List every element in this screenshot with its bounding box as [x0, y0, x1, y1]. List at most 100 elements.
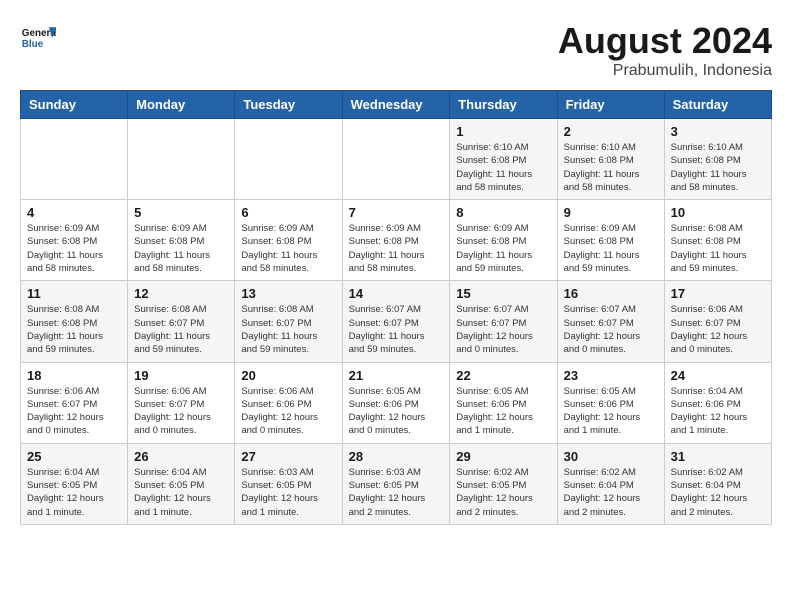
day-number: 11: [27, 286, 121, 301]
day-info: Sunrise: 6:04 AM Sunset: 6:05 PM Dayligh…: [134, 466, 228, 519]
calendar-cell: 12 Sunrise: 6:08 AM Sunset: 6:07 PM Dayli…: [128, 281, 235, 362]
weekday-header-row: SundayMondayTuesdayWednesdayThursdayFrid…: [21, 91, 772, 119]
day-info: Sunrise: 6:09 AM Sunset: 6:08 PM Dayligh…: [564, 222, 658, 275]
day-info: Sunrise: 6:02 AM Sunset: 6:04 PM Dayligh…: [564, 466, 658, 519]
day-number: 14: [349, 286, 444, 301]
day-info: Sunrise: 6:09 AM Sunset: 6:08 PM Dayligh…: [241, 222, 335, 275]
day-number: 3: [671, 124, 765, 139]
day-number: 12: [134, 286, 228, 301]
calendar-cell: 8 Sunrise: 6:09 AM Sunset: 6:08 PM Daylig…: [450, 200, 557, 281]
day-info: Sunrise: 6:06 AM Sunset: 6:07 PM Dayligh…: [134, 385, 228, 438]
calendar-cell: 13 Sunrise: 6:08 AM Sunset: 6:07 PM Dayli…: [235, 281, 342, 362]
day-info: Sunrise: 6:08 AM Sunset: 6:07 PM Dayligh…: [134, 303, 228, 356]
day-number: 28: [349, 449, 444, 464]
calendar-cell: 6 Sunrise: 6:09 AM Sunset: 6:08 PM Daylig…: [235, 200, 342, 281]
logo: General Blue: [20, 20, 56, 56]
calendar-cell: 5 Sunrise: 6:09 AM Sunset: 6:08 PM Daylig…: [128, 200, 235, 281]
day-number: 29: [456, 449, 550, 464]
page-header: General Blue August 2024 Prabumulih, Ind…: [20, 20, 772, 80]
month-title: August 2024: [558, 20, 772, 62]
day-number: 24: [671, 368, 765, 383]
calendar-cell: 7Sunrise: 6:09 AM Sunset: 6:08 PM Daylig…: [342, 200, 450, 281]
day-info: Sunrise: 6:05 AM Sunset: 6:06 PM Dayligh…: [456, 385, 550, 438]
day-info: Sunrise: 6:07 AM Sunset: 6:07 PM Dayligh…: [349, 303, 444, 356]
day-number: 15: [456, 286, 550, 301]
day-info: Sunrise: 6:09 AM Sunset: 6:08 PM Dayligh…: [456, 222, 550, 275]
day-number: 17: [671, 286, 765, 301]
day-number: 5: [134, 205, 228, 220]
day-number: 10: [671, 205, 765, 220]
calendar-cell: 9Sunrise: 6:09 AM Sunset: 6:08 PM Daylig…: [557, 200, 664, 281]
day-number: 19: [134, 368, 228, 383]
calendar-cell: 10Sunrise: 6:08 AM Sunset: 6:08 PM Dayli…: [664, 200, 771, 281]
weekday-header-thursday: Thursday: [450, 91, 557, 119]
weekday-header-monday: Monday: [128, 91, 235, 119]
calendar-cell: 1 Sunrise: 6:10 AM Sunset: 6:08 PM Daylig…: [450, 119, 557, 200]
day-number: 8: [456, 205, 550, 220]
calendar-cell: [128, 119, 235, 200]
calendar-cell: 27Sunrise: 6:03 AM Sunset: 6:05 PM Dayli…: [235, 443, 342, 524]
calendar-cell: 30 Sunrise: 6:02 AM Sunset: 6:04 PM Dayli…: [557, 443, 664, 524]
day-info: Sunrise: 6:10 AM Sunset: 6:08 PM Dayligh…: [671, 141, 765, 194]
day-number: 25: [27, 449, 121, 464]
weekday-header-sunday: Sunday: [21, 91, 128, 119]
calendar-cell: 22 Sunrise: 6:05 AM Sunset: 6:06 PM Dayli…: [450, 362, 557, 443]
day-number: 31: [671, 449, 765, 464]
day-info: Sunrise: 6:09 AM Sunset: 6:08 PM Dayligh…: [27, 222, 121, 275]
day-number: 22: [456, 368, 550, 383]
day-number: 26: [134, 449, 228, 464]
calendar-cell: 14 Sunrise: 6:07 AM Sunset: 6:07 PM Dayli…: [342, 281, 450, 362]
day-number: 20: [241, 368, 335, 383]
day-info: Sunrise: 6:10 AM Sunset: 6:08 PM Dayligh…: [564, 141, 658, 194]
weekday-header-wednesday: Wednesday: [342, 91, 450, 119]
day-number: 18: [27, 368, 121, 383]
calendar-week-1: 1 Sunrise: 6:10 AM Sunset: 6:08 PM Daylig…: [21, 119, 772, 200]
calendar-cell: 3 Sunrise: 6:10 AM Sunset: 6:08 PM Daylig…: [664, 119, 771, 200]
calendar-table: SundayMondayTuesdayWednesdayThursdayFrid…: [20, 90, 772, 525]
calendar-cell: 25Sunrise: 6:04 AM Sunset: 6:05 PM Dayli…: [21, 443, 128, 524]
calendar-cell: 26 Sunrise: 6:04 AM Sunset: 6:05 PM Dayli…: [128, 443, 235, 524]
weekday-header-saturday: Saturday: [664, 91, 771, 119]
calendar-week-4: 18 Sunrise: 6:06 AM Sunset: 6:07 PM Dayli…: [21, 362, 772, 443]
calendar-cell: [342, 119, 450, 200]
location-subtitle: Prabumulih, Indonesia: [558, 62, 772, 80]
day-number: 23: [564, 368, 658, 383]
day-info: Sunrise: 6:10 AM Sunset: 6:08 PM Dayligh…: [456, 141, 550, 194]
day-number: 4: [27, 205, 121, 220]
calendar-cell: 28 Sunrise: 6:03 AM Sunset: 6:05 PM Dayli…: [342, 443, 450, 524]
day-number: 1: [456, 124, 550, 139]
day-number: 30: [564, 449, 658, 464]
day-number: 6: [241, 205, 335, 220]
day-number: 2: [564, 124, 658, 139]
day-info: Sunrise: 6:06 AM Sunset: 6:07 PM Dayligh…: [671, 303, 765, 356]
calendar-week-3: 11 Sunrise: 6:08 AM Sunset: 6:08 PM Dayli…: [21, 281, 772, 362]
calendar-cell: 17 Sunrise: 6:06 AM Sunset: 6:07 PM Dayli…: [664, 281, 771, 362]
day-number: 16: [564, 286, 658, 301]
logo-icon: General Blue: [20, 20, 56, 56]
calendar-cell: 18 Sunrise: 6:06 AM Sunset: 6:07 PM Dayli…: [21, 362, 128, 443]
day-info: Sunrise: 6:03 AM Sunset: 6:05 PM Dayligh…: [349, 466, 444, 519]
calendar-cell: 16Sunrise: 6:07 AM Sunset: 6:07 PM Dayli…: [557, 281, 664, 362]
day-info: Sunrise: 6:02 AM Sunset: 6:05 PM Dayligh…: [456, 466, 550, 519]
day-info: Sunrise: 6:06 AM Sunset: 6:07 PM Dayligh…: [27, 385, 121, 438]
calendar-cell: 15 Sunrise: 6:07 AM Sunset: 6:07 PM Dayli…: [450, 281, 557, 362]
day-info: Sunrise: 6:09 AM Sunset: 6:08 PM Dayligh…: [134, 222, 228, 275]
day-info: Sunrise: 6:05 AM Sunset: 6:06 PM Dayligh…: [349, 385, 444, 438]
day-info: Sunrise: 6:07 AM Sunset: 6:07 PM Dayligh…: [456, 303, 550, 356]
day-info: Sunrise: 6:03 AM Sunset: 6:05 PM Dayligh…: [241, 466, 335, 519]
calendar-cell: 31 Sunrise: 6:02 AM Sunset: 6:04 PM Dayli…: [664, 443, 771, 524]
day-info: Sunrise: 6:08 AM Sunset: 6:08 PM Dayligh…: [27, 303, 121, 356]
calendar-cell: 29 Sunrise: 6:02 AM Sunset: 6:05 PM Dayli…: [450, 443, 557, 524]
calendar-cell: 21Sunrise: 6:05 AM Sunset: 6:06 PM Dayli…: [342, 362, 450, 443]
calendar-cell: 20 Sunrise: 6:06 AM Sunset: 6:06 PM Dayli…: [235, 362, 342, 443]
day-number: 7: [349, 205, 444, 220]
calendar-cell: [235, 119, 342, 200]
calendar-cell: 2 Sunrise: 6:10 AM Sunset: 6:08 PM Daylig…: [557, 119, 664, 200]
day-number: 13: [241, 286, 335, 301]
weekday-header-tuesday: Tuesday: [235, 91, 342, 119]
day-info: Sunrise: 6:06 AM Sunset: 6:06 PM Dayligh…: [241, 385, 335, 438]
day-info: Sunrise: 6:02 AM Sunset: 6:04 PM Dayligh…: [671, 466, 765, 519]
calendar-cell: 4 Sunrise: 6:09 AM Sunset: 6:08 PM Daylig…: [21, 200, 128, 281]
weekday-header-friday: Friday: [557, 91, 664, 119]
day-info: Sunrise: 6:08 AM Sunset: 6:07 PM Dayligh…: [241, 303, 335, 356]
